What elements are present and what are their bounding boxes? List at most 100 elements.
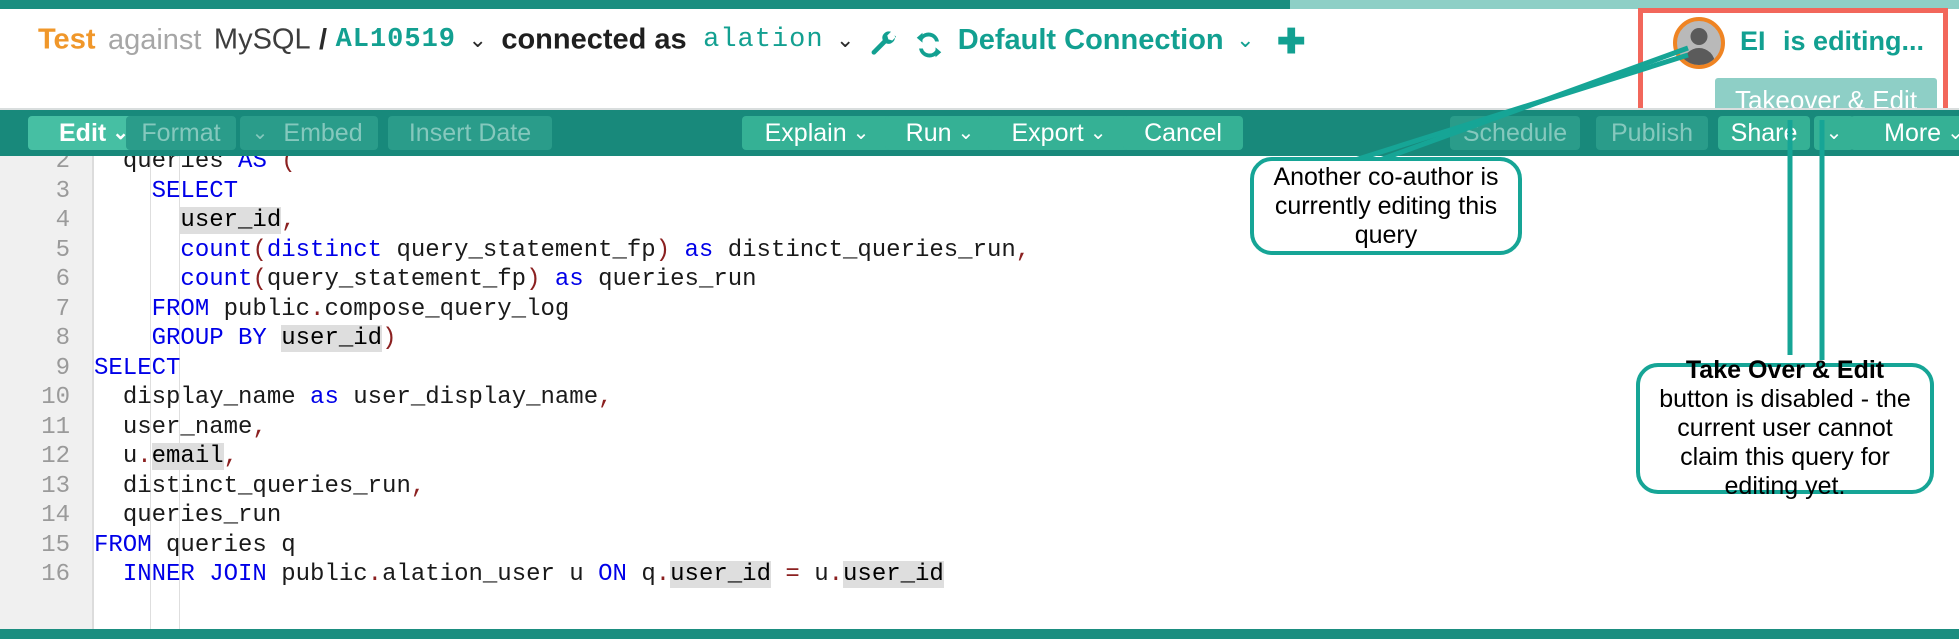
toolbar-button-schedule[interactable]: Schedule xyxy=(1450,116,1580,150)
code-token-highlighted: user_id xyxy=(281,325,383,352)
code-line[interactable]: u.email, xyxy=(94,442,238,472)
code-token: query_statement_fp xyxy=(382,236,656,264)
code-token: . xyxy=(367,561,383,588)
code-line[interactable]: SELECT xyxy=(94,354,180,384)
line-number: 2 xyxy=(55,156,70,175)
line-number: 14 xyxy=(41,502,70,529)
code-line[interactable]: display_name as user_display_name, xyxy=(94,383,613,413)
toolbar-button-embed[interactable]: Embed xyxy=(268,116,378,150)
toolbar-button-export[interactable]: Export ⌄ xyxy=(988,116,1130,150)
code-token: ) xyxy=(526,266,541,293)
code-token: query_statement_fp xyxy=(266,266,527,293)
user-chevron-down-icon[interactable]: ⌄ xyxy=(828,27,864,53)
line-number: 11 xyxy=(41,413,70,441)
toolbar-explain-chevron-down-icon[interactable]: ⌄ xyxy=(847,116,870,150)
toolbar-button-more[interactable]: More ⌄ xyxy=(1850,116,1959,150)
code-token: ON xyxy=(598,561,627,588)
line-number: 13 xyxy=(41,472,70,500)
code-token: queries xyxy=(122,156,224,175)
code-token: , xyxy=(252,413,267,441)
toolbar-button-insert-date[interactable]: Insert Date xyxy=(388,116,552,150)
against-label: against xyxy=(107,23,202,56)
code-token: q xyxy=(626,561,656,588)
datasource-chevron-down-icon[interactable]: ⌄ xyxy=(460,27,496,53)
code-token: distinct xyxy=(266,236,383,264)
toolbar-share-chevron-down-icon[interactable]: ⌄ xyxy=(1814,116,1854,150)
code-token: ( xyxy=(252,236,267,264)
plus-icon[interactable]: ✚ xyxy=(1277,25,1306,59)
toolbar-button-run[interactable]: Run ⌄ xyxy=(885,116,995,150)
code-token: user_display_name xyxy=(338,384,599,411)
code-token: display_name xyxy=(122,384,296,411)
code-token: , xyxy=(410,472,426,500)
code-token: user_name xyxy=(122,413,253,441)
wrench-icon[interactable] xyxy=(869,30,899,60)
code-token-highlighted: user_id xyxy=(670,561,771,588)
connection-chevron-down-icon[interactable]: ⌄ xyxy=(1228,27,1264,53)
code-token: count xyxy=(180,266,253,293)
code-line[interactable]: FROM public.compose_query_log xyxy=(94,295,570,325)
code-line[interactable]: SELECT xyxy=(94,177,238,207)
code-line[interactable]: INNER JOIN public.alation_user u ON q.us… xyxy=(94,560,944,590)
code-token: FROM xyxy=(94,531,152,559)
toolbar-export-chevron-down-icon[interactable]: ⌄ xyxy=(1084,116,1107,150)
code-token: , xyxy=(223,443,239,470)
code-line[interactable]: GROUP BY user_id) xyxy=(94,324,396,354)
code-token: queries_run xyxy=(122,502,282,529)
code-line[interactable]: user_id, xyxy=(94,206,296,236)
bottom-accent-bar xyxy=(0,629,1959,639)
code-token: = xyxy=(785,561,800,588)
toolbar-button-share[interactable]: Share xyxy=(1718,116,1810,150)
code-line[interactable]: FROM queries q xyxy=(94,531,296,561)
toolbar-button-explain[interactable]: Explain ⌄ xyxy=(742,116,892,150)
code-line[interactable]: count(distinct query_statement_fp) as di… xyxy=(94,236,1030,266)
takeover-callout-text: Take Over & Edit button is disabled - th… xyxy=(1650,356,1920,501)
avatar-body xyxy=(1683,48,1715,65)
code-token: count xyxy=(180,236,253,264)
code-token: distinct_queries_run xyxy=(713,236,1016,264)
line-number: 10 xyxy=(41,384,70,411)
code-line[interactable]: queries_run xyxy=(94,501,281,531)
code-token-highlighted: user_id xyxy=(180,207,282,234)
code-token: FROM xyxy=(151,295,210,323)
code-line[interactable]: distinct_queries_run, xyxy=(94,472,425,502)
code-token: . xyxy=(655,561,671,588)
editing-status-text: EI is editing... xyxy=(1740,26,1924,57)
code-token: distinct_queries_run xyxy=(122,472,411,500)
line-number: 15 xyxy=(41,531,70,559)
line-number: 5 xyxy=(55,236,70,264)
code-line[interactable]: queries AS ( xyxy=(94,156,296,177)
connected-as-label: connected as xyxy=(501,23,687,56)
refresh-icon[interactable] xyxy=(915,31,943,59)
code-token: SELECT xyxy=(94,354,181,382)
connected-user[interactable]: alation xyxy=(691,25,823,55)
editing-user-initials: EI xyxy=(1740,26,1766,56)
connection-name[interactable]: Default Connection xyxy=(948,24,1224,56)
code-token: as xyxy=(554,266,584,293)
toolbar-button-cancel[interactable]: Cancel xyxy=(1123,116,1243,150)
code-token: compose_query_log xyxy=(324,295,570,323)
code-token: ( xyxy=(252,266,267,293)
line-number: 6 xyxy=(55,266,70,293)
toolbar-more-chevron-down-icon[interactable]: ⌄ xyxy=(1941,116,1959,150)
code-line[interactable]: user_name, xyxy=(94,413,267,443)
code-token: . xyxy=(828,561,844,588)
code-token: alation_user u xyxy=(382,561,599,588)
user-avatar-icon[interactable] xyxy=(1673,17,1725,69)
toolbar-run-chevron-down-icon[interactable]: ⌄ xyxy=(952,116,975,150)
datasource-link[interactable]: AL10519 xyxy=(336,25,456,55)
breadcrumb: Test against MySQL / AL10519 ⌄ connected… xyxy=(38,23,1306,60)
code-line[interactable]: count(query_statement_fp) as queries_run xyxy=(94,265,756,295)
toolbar-button-publish[interactable]: Publish xyxy=(1596,116,1708,150)
toolbar-button-format[interactable]: Format xyxy=(126,116,236,150)
